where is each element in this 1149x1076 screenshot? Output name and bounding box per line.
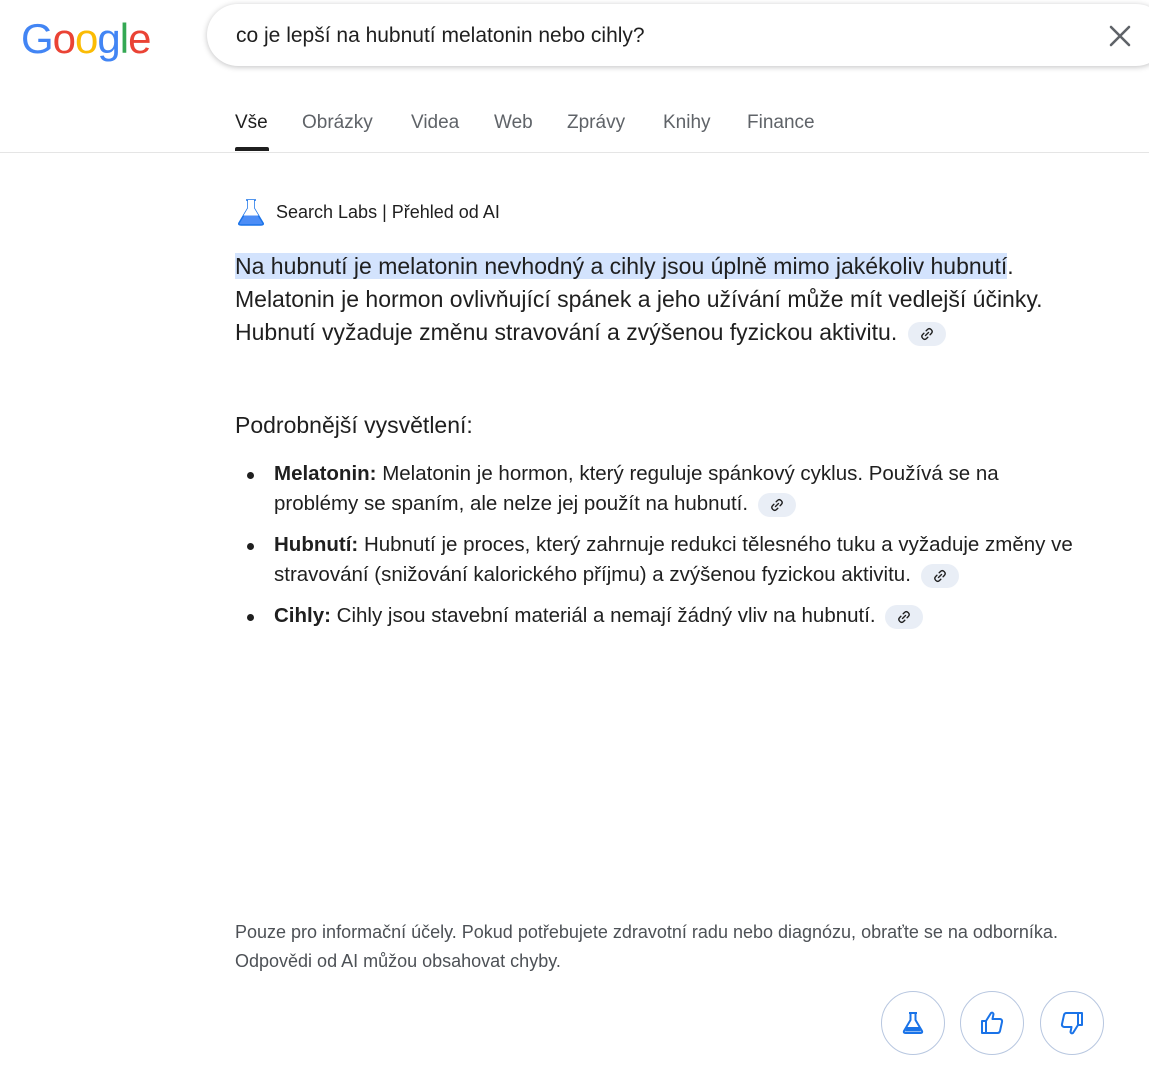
- source-link-chip[interactable]: [885, 604, 924, 629]
- ai-summary: Na hubnutí je melatonin nevhodný a cihly…: [235, 250, 1095, 349]
- item-term: Hubnutí:: [274, 533, 359, 556]
- link-icon: [770, 498, 783, 511]
- flask-icon: [902, 1012, 924, 1034]
- source-link-chip[interactable]: [907, 321, 946, 346]
- item-term: Cihly:: [274, 604, 331, 627]
- close-icon[interactable]: [1107, 23, 1133, 49]
- thumbs-down-button[interactable]: [1040, 991, 1104, 1055]
- item-term: Melatonin:: [274, 462, 377, 485]
- tab-news[interactable]: Zprávy: [567, 112, 625, 134]
- bullet: [247, 472, 254, 479]
- tab-web[interactable]: Web: [494, 112, 533, 134]
- active-tab-indicator: [235, 147, 269, 151]
- link-icon: [933, 569, 946, 582]
- item-text: Cihly jsou stavební materiál a nemají žá…: [330, 604, 876, 627]
- bullet: [247, 614, 254, 621]
- item-text: Melatonin je hormon, který reguluje spán…: [274, 462, 999, 515]
- summary-highlight: Na hubnutí je melatonin nevhodný a cihly…: [235, 253, 1008, 279]
- search-input[interactable]: co je lepší na hubnutí melatonin nebo ci…: [236, 24, 645, 48]
- thumbs-up-button[interactable]: [960, 991, 1024, 1055]
- link-icon: [920, 327, 933, 340]
- source-link-chip[interactable]: [757, 492, 796, 517]
- tab-books[interactable]: Knihy: [663, 112, 711, 134]
- google-logo[interactable]: Google: [21, 14, 151, 64]
- search-box[interactable]: co je lepší na hubnutí melatonin nebo ci…: [207, 4, 1149, 66]
- tab-videos[interactable]: Videa: [411, 112, 459, 134]
- link-icon: [898, 610, 911, 623]
- thumbs-up-icon: [981, 1011, 1004, 1034]
- details-heading: Podrobnější vysvětlení:: [235, 412, 473, 438]
- tab-all[interactable]: Vše: [235, 112, 268, 134]
- details-list: Melatonin: Melatonin je hormon, který re…: [235, 459, 1075, 642]
- search-tabs: Vše Obrázky Videa Web Zprávy Knihy Finan…: [0, 108, 1149, 153]
- thumbs-down-icon: [1060, 1012, 1083, 1035]
- list-item: Melatonin: Melatonin je hormon, který re…: [235, 459, 1075, 519]
- list-item: Cihly: Cihly jsou stavební materiál a ne…: [235, 601, 1075, 631]
- labs-button[interactable]: [881, 991, 945, 1055]
- source-link-chip[interactable]: [920, 563, 959, 588]
- list-item: Hubnutí: Hubnutí je proces, který zahrnu…: [235, 530, 1075, 590]
- ai-overview-label: Search Labs | Přehled od AI: [276, 202, 500, 222]
- bullet: [247, 543, 254, 550]
- disclaimer: Pouze pro informační účely. Pokud potřeb…: [235, 922, 1058, 971]
- tab-finance[interactable]: Finance: [747, 112, 815, 134]
- labs-flask-icon: [236, 198, 266, 231]
- tab-images[interactable]: Obrázky: [302, 112, 373, 134]
